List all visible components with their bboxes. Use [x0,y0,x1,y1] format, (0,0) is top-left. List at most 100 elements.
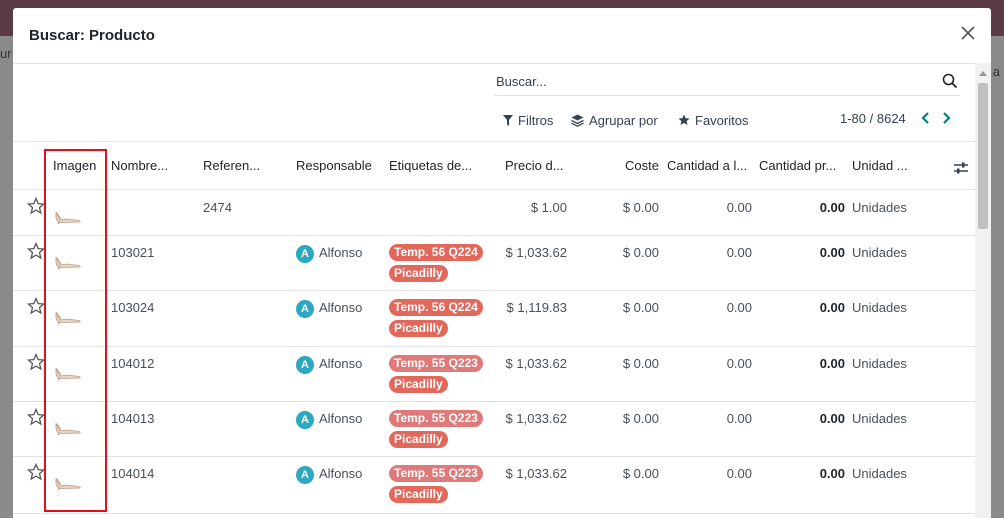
table-row[interactable]: 104014 A Alfonso Temp. 55 Q223 Picadilly $ 1,… [13,456,975,514]
chevron-right-icon[interactable] [939,109,953,127]
product-tag-badge: Temp. 55 Q223 [389,465,483,482]
search-icon[interactable] [942,73,958,89]
table-header: Imagen Nombre... Referen... Responsable … [13,142,975,190]
product-image-thumbnail[interactable] [53,474,83,490]
column-header-uom[interactable]: Unidad ... [852,158,908,173]
search-bar [494,69,960,96]
favorite-star-icon[interactable] [27,463,45,481]
responsible-name-cell: Alfonso [319,245,363,260]
avatar: A [296,356,314,374]
table-row[interactable]: 104012 A Alfonso Temp. 55 Q223 Picadilly $ 1,… [13,346,975,402]
qty-on-hand-cell: 0.00 [726,300,752,315]
dialog-title: Buscar: Producto [29,27,155,44]
scroll-thumb[interactable] [978,83,988,229]
background-left-fragment: ur [0,46,12,61]
sliders-icon[interactable] [953,160,969,176]
qty-forecast-cell: 0.00 [819,466,845,481]
column-header-responsible[interactable]: Responsable [296,158,372,173]
product-name-cell: 103021 [111,245,155,260]
column-header-qty-forecast[interactable]: Cantidad pr... [759,158,836,173]
star-icon [678,114,690,125]
product-image-thumbnail[interactable] [53,364,83,380]
groupby-label: Agrupar por [589,112,658,128]
favorites-button[interactable]: Favoritos [678,111,748,129]
product-name-cell: 104013 [111,411,155,426]
column-header-qty-hand[interactable]: Cantidad a l... [667,158,747,173]
responsible-name-cell: Alfonso [319,300,363,315]
column-header-reference[interactable]: Referen... [203,158,260,173]
chevron-left-icon[interactable] [919,109,933,127]
uom-cell: Unidades [852,300,907,315]
table-row[interactable]: 103024 A Alfonso Temp. 56 Q224 Picadilly $ 1,… [13,290,975,347]
cost-cell: $ 0.00 [622,245,659,260]
close-button[interactable] [959,24,977,42]
price-cell: $ 1,033.62 [505,245,567,260]
favorite-star-icon[interactable] [27,297,45,315]
qty-forecast-cell: 0.00 [819,356,845,371]
favorite-star-icon[interactable] [27,197,45,215]
column-header-cost[interactable]: Coste [573,158,659,173]
avatar: A [296,300,314,318]
groupby-button[interactable]: Agrupar por [571,111,658,129]
qty-on-hand-cell: 0.00 [726,356,752,371]
cost-cell: $ 0.00 [622,356,659,371]
pager-value[interactable]: 1-80 / 8624 [840,111,906,126]
uom-cell: Unidades [852,245,907,260]
qty-on-hand-cell: 0.00 [726,411,752,426]
cost-cell: $ 0.00 [622,200,659,215]
product-tag-badge: Temp. 55 Q223 [389,410,483,427]
favorite-star-icon[interactable] [27,408,45,426]
product-tag-badge: Picadilly [389,320,448,337]
product-tag-badge: Picadilly [389,486,448,503]
filter-icon [503,114,513,126]
avatar: A [296,466,314,484]
filters-button[interactable]: Filtros [503,111,553,129]
responsible-name-cell: Alfonso [319,356,363,371]
uom-cell: Unidades [852,411,907,426]
table-row[interactable]: 103021 A Alfonso Temp. 56 Q224 Picadilly $ 1,… [13,235,975,291]
cost-cell: $ 0.00 [622,411,659,426]
dialog-header: Buscar: Producto [13,8,991,64]
qty-forecast-cell: 0.00 [819,300,845,315]
product-reference-cell: 2474 [203,200,232,215]
close-icon [961,26,975,40]
uom-cell: Unidades [852,356,907,371]
product-tag-badge: Picadilly [389,265,448,282]
qty-on-hand-cell: 0.00 [726,245,752,260]
column-header-name[interactable]: Nombre... [111,158,168,173]
favorites-label: Favoritos [695,112,749,128]
price-cell: $ 1.00 [530,200,567,215]
search-input[interactable] [496,69,926,93]
price-cell: $ 1,119.83 [506,300,567,315]
cost-cell: $ 0.00 [622,300,659,315]
background-right-fragment: a [992,64,1000,79]
favorite-star-icon[interactable] [27,353,45,371]
product-name-cell: 104012 [111,356,155,371]
scroll-up-arrow[interactable] [979,71,987,76]
column-header-image[interactable]: Imagen [53,158,96,173]
product-table: Imagen Nombre... Referen... Responsable … [13,141,975,518]
product-image-thumbnail[interactable] [53,419,83,435]
price-cell: $ 1,033.62 [505,356,567,371]
column-header-price[interactable]: Precio d... [505,158,564,173]
avatar: A [296,245,314,263]
column-header-tags[interactable]: Etiquetas de... [389,158,472,173]
responsible-name-cell: Alfonso [319,411,363,426]
table-row[interactable]: 104013 A Alfonso Temp. 55 Q223 Picadilly $ 1,… [13,401,975,457]
product-name-cell: 103024 [111,300,155,315]
filters-label: Filtros [518,112,554,128]
product-image-thumbnail[interactable] [53,308,83,324]
responsible-name-cell: Alfonso [319,466,363,481]
scrollbar[interactable] [975,63,991,518]
qty-forecast-cell: 0.00 [819,245,845,260]
favorite-star-icon[interactable] [27,242,45,260]
qty-on-hand-cell: 0.00 [726,466,752,481]
search-product-dialog: Buscar: Producto Filtros Agrupar por [13,8,991,518]
product-image-thumbnail[interactable] [53,208,83,224]
uom-cell: Unidades [852,200,907,215]
avatar: A [296,411,314,429]
product-image-thumbnail[interactable] [53,253,83,269]
table-row[interactable]: 2474 $ 1.00 $ 0.00 0.00 0.00 Unidades [13,190,975,236]
product-tag-badge: Temp. 56 Q224 [389,299,483,316]
qty-forecast-cell: 0.00 [819,411,845,426]
